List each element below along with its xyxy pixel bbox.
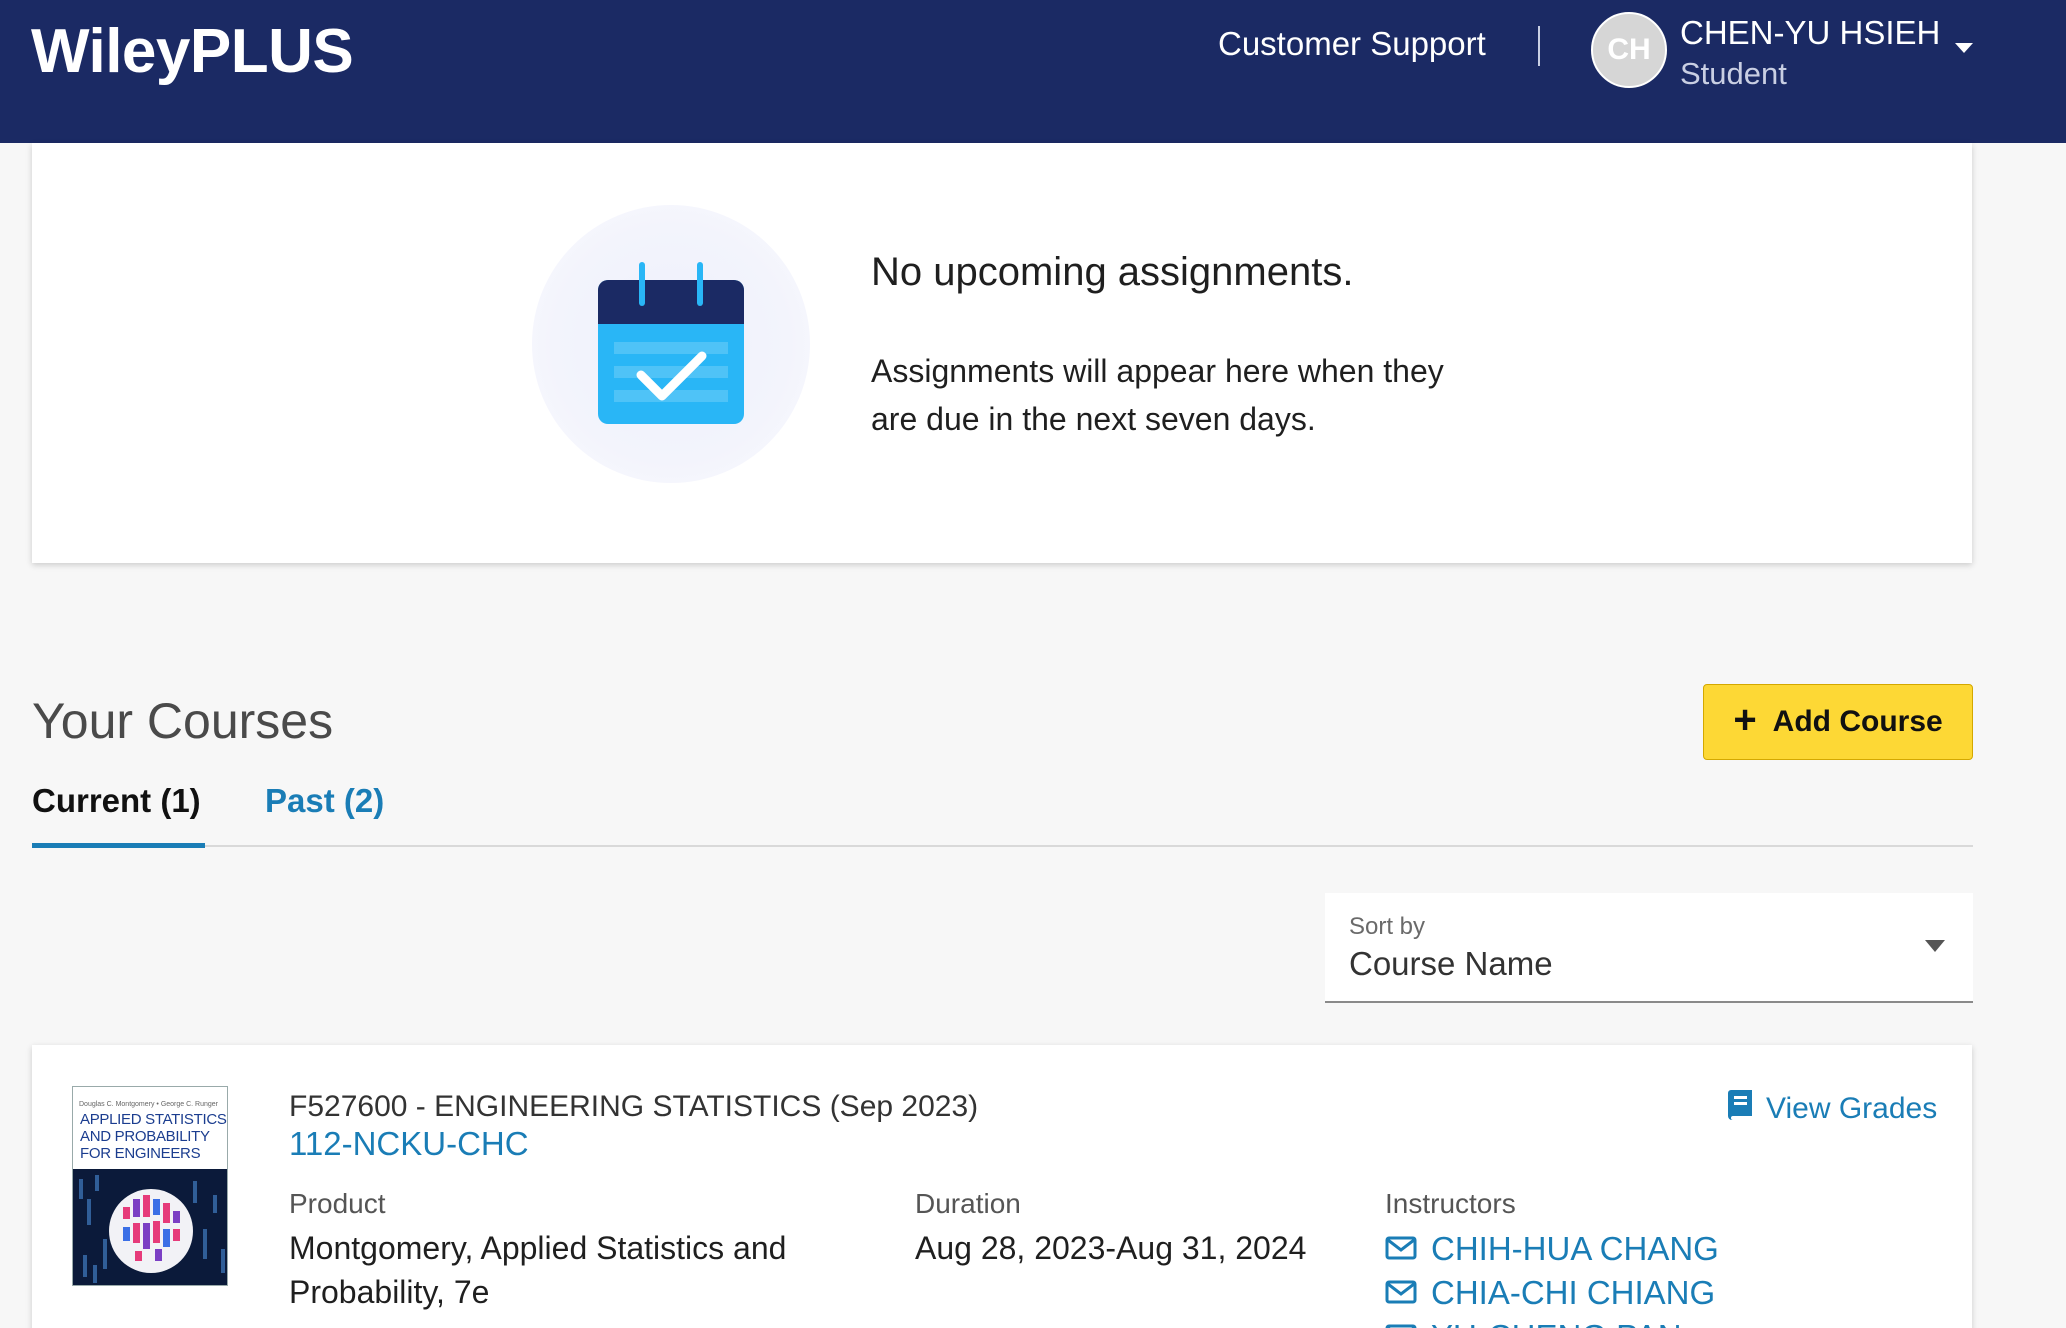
avatar[interactable]: CH: [1591, 12, 1667, 88]
course-code: F527600 - ENGINEERING STATISTICS (Sep 20…: [289, 1090, 979, 1123]
duration-value: Aug 28, 2023-Aug 31, 2024: [915, 1230, 1307, 1266]
chevron-down-icon: [1925, 939, 1945, 957]
add-course-label: Add Course: [1772, 705, 1943, 738]
plus-icon: +: [1733, 698, 1757, 742]
view-grades-label: View Grades: [1766, 1092, 1938, 1125]
no-assignments-heading: No upcoming assignments.: [871, 250, 1354, 294]
instructor-email-link[interactable]: YU-CHENG PAN: [1385, 1318, 1682, 1328]
instructor-name: YU-CHENG PAN: [1431, 1318, 1682, 1328]
duration-label: Duration: [915, 1188, 1021, 1219]
course-name-link[interactable]: 112-NCKU-CHC: [289, 1125, 529, 1163]
instructors-label: Instructors: [1385, 1188, 1516, 1219]
sort-by-select[interactable]: Sort by Course Name: [1325, 893, 1973, 1003]
instructor-email-link[interactable]: CHIA-CHI CHIANG: [1385, 1274, 1715, 1312]
instructor-name: CHIH-HUA CHANG: [1431, 1230, 1719, 1267]
wileyplus-logo[interactable]: WileyPLUS: [31, 16, 354, 87]
book-cover-authors: Douglas C. Montgomery • George C. Runger: [79, 1101, 219, 1108]
view-grades-button[interactable]: View Grades: [1728, 1090, 1937, 1128]
tabs-divider: [32, 845, 1973, 847]
book-cover-title: APPLIED STATISTICS AND PROBABILITY FOR E…: [80, 1111, 227, 1162]
top-navigation-bar: WileyPLUS Customer Support CH CHEN-YU HS…: [0, 0, 2066, 143]
user-name[interactable]: CHEN-YU HSIEH: [1680, 14, 1940, 52]
book-cover-header: Douglas C. Montgomery • George C. Runger…: [73, 1087, 227, 1169]
header-divider: [1538, 26, 1540, 66]
active-tab-indicator: [32, 843, 205, 848]
customer-support-link[interactable]: Customer Support: [1218, 25, 1486, 63]
book-cover-image[interactable]: Douglas C. Montgomery • George C. Runger…: [72, 1086, 228, 1286]
mail-icon: [1385, 1230, 1417, 1268]
tab-current[interactable]: Current (1): [32, 782, 201, 820]
user-role: Student: [1680, 56, 1787, 91]
mail-icon: [1385, 1274, 1417, 1312]
calendar-check-icon: [598, 262, 744, 429]
product-value: Montgomery, Applied Statistics and Proba…: [289, 1230, 787, 1310]
sort-by-label: Sort by: [1349, 913, 1426, 940]
gradebook-icon: [1728, 1090, 1752, 1128]
instructor-name: CHIA-CHI CHIANG: [1431, 1274, 1716, 1311]
user-menu-chevron-down-icon[interactable]: [1950, 36, 1978, 60]
book-cover-art: [73, 1169, 227, 1285]
no-assignments-description: Assignments will appear here when they a…: [871, 353, 1444, 437]
mail-icon: [1385, 1318, 1417, 1328]
tab-past[interactable]: Past (2): [265, 782, 384, 820]
product-label: Product: [289, 1188, 386, 1219]
your-courses-heading: Your Courses: [32, 693, 334, 749]
sort-by-value: Course Name: [1349, 945, 1553, 982]
instructor-email-link[interactable]: CHIH-HUA CHANG: [1385, 1230, 1719, 1268]
add-course-button[interactable]: + Add Course: [1703, 684, 1973, 760]
